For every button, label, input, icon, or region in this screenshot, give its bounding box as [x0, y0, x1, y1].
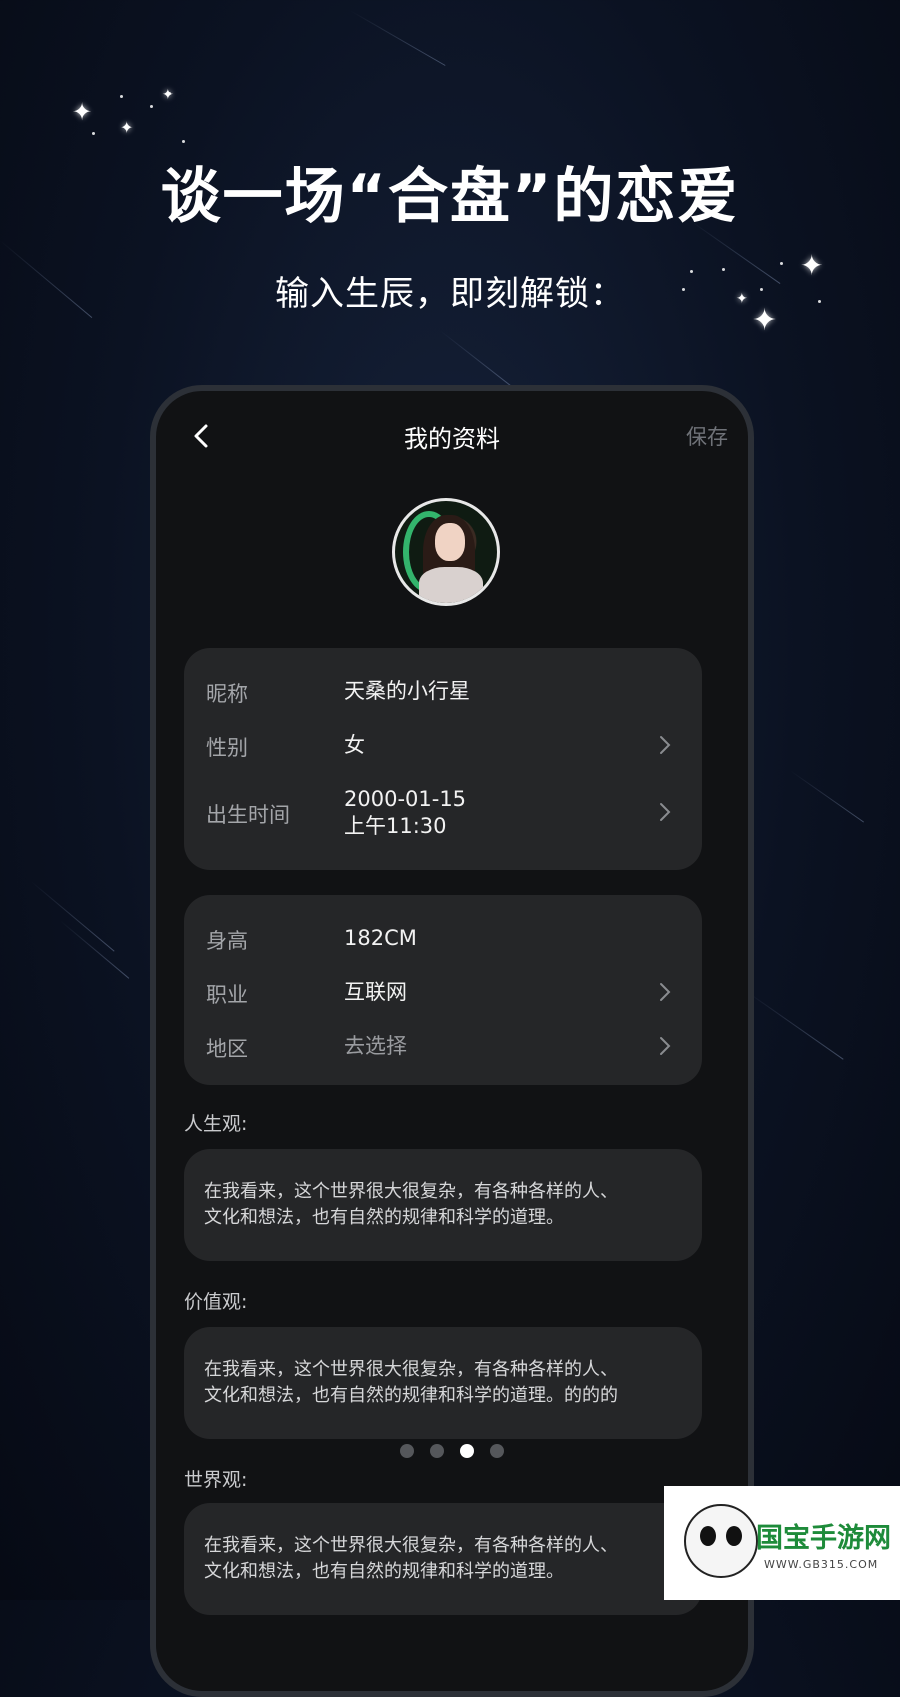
worldview-line-2: 文化和想法，也有自然的规律和科学的道理。: [204, 1561, 564, 1582]
carousel-dot[interactable]: [490, 1444, 504, 1458]
values-line-1: 在我看来，这个世界很大很复杂，有各种各样的人、: [204, 1359, 618, 1380]
carousel-dot[interactable]: [430, 1444, 444, 1458]
height-label: 身高: [206, 929, 248, 953]
watermark-url: WWW.GB315.COM: [764, 1558, 879, 1571]
life-view-line-1: 在我看来，这个世界很大很复杂，有各种各样的人、: [204, 1181, 618, 1202]
occupation-label: 职业: [206, 983, 248, 1007]
gender-label: 性别: [206, 736, 248, 760]
carousel-dot-active[interactable]: [460, 1444, 474, 1458]
avatar[interactable]: [392, 498, 500, 606]
nickname-label: 昵称: [206, 682, 248, 706]
values-line-2: 文化和想法，也有自然的规律和科学的道理。的的的: [204, 1385, 618, 1406]
save-button[interactable]: 保存: [686, 421, 728, 451]
star-icon: ✦: [120, 118, 134, 137]
chevron-right-icon: [660, 803, 671, 821]
worldview-label: 世界观:: [184, 1469, 248, 1491]
nav-bar: 我的资料 保存: [156, 391, 748, 481]
life-view-line-2: 文化和想法，也有自然的规律和科学的道理。: [204, 1207, 564, 1228]
height-value: 182CM: [344, 926, 417, 950]
panda-logo-icon: [684, 1504, 758, 1578]
region-label: 地区: [206, 1037, 248, 1061]
gender-value: 女: [344, 733, 365, 757]
star-icon: ✦: [162, 87, 174, 103]
extra-info-card: 身高 182CM 职业 互联网 地区 去选择: [184, 895, 702, 1085]
page-title: 我的资料: [404, 425, 500, 453]
hero-subtitle: 输入生辰，即刻解锁：: [275, 274, 625, 314]
birth-clock-value: 上午11:30: [344, 814, 447, 838]
birth-date-value: 2000-01-15: [344, 787, 467, 811]
hero-title: 谈一场“合盘”的恋爱: [160, 162, 740, 232]
worldview-line-1: 在我看来，这个世界很大很复杂，有各种各样的人、: [204, 1535, 618, 1556]
basic-info-card: 昵称 天桑的小行星 性别 女 出生时间 2000-01-15 上午11:30: [184, 648, 702, 870]
carousel-indicator: [156, 1443, 748, 1462]
values-label: 价值观:: [184, 1291, 248, 1313]
values-card[interactable]: 在我看来，这个世界很大很复杂，有各种各样的人、 文化和想法，也有自然的规律和科学…: [184, 1327, 702, 1439]
watermark-name: 国宝手游网: [756, 1523, 891, 1554]
watermark: 国宝手游网 WWW.GB315.COM: [664, 1486, 900, 1600]
star-icon: ✦: [72, 98, 93, 126]
life-view-card[interactable]: 在我看来，这个世界很大很复杂，有各种各样的人、 文化和想法，也有自然的规律和科学…: [184, 1149, 702, 1261]
life-view-label: 人生观:: [184, 1113, 248, 1135]
carousel-dot[interactable]: [400, 1444, 414, 1458]
occupation-value: 互联网: [344, 980, 407, 1004]
region-placeholder: 去选择: [344, 1034, 407, 1058]
chevron-right-icon: [660, 736, 671, 754]
chevron-right-icon: [660, 1037, 671, 1055]
birth-time-label: 出生时间: [206, 803, 290, 827]
worldview-card[interactable]: 在我看来，这个世界很大很复杂，有各种各样的人、 文化和想法，也有自然的规律和科学…: [184, 1503, 702, 1615]
chevron-right-icon: [660, 983, 671, 1001]
nickname-value: 天桑的小行星: [344, 679, 470, 703]
